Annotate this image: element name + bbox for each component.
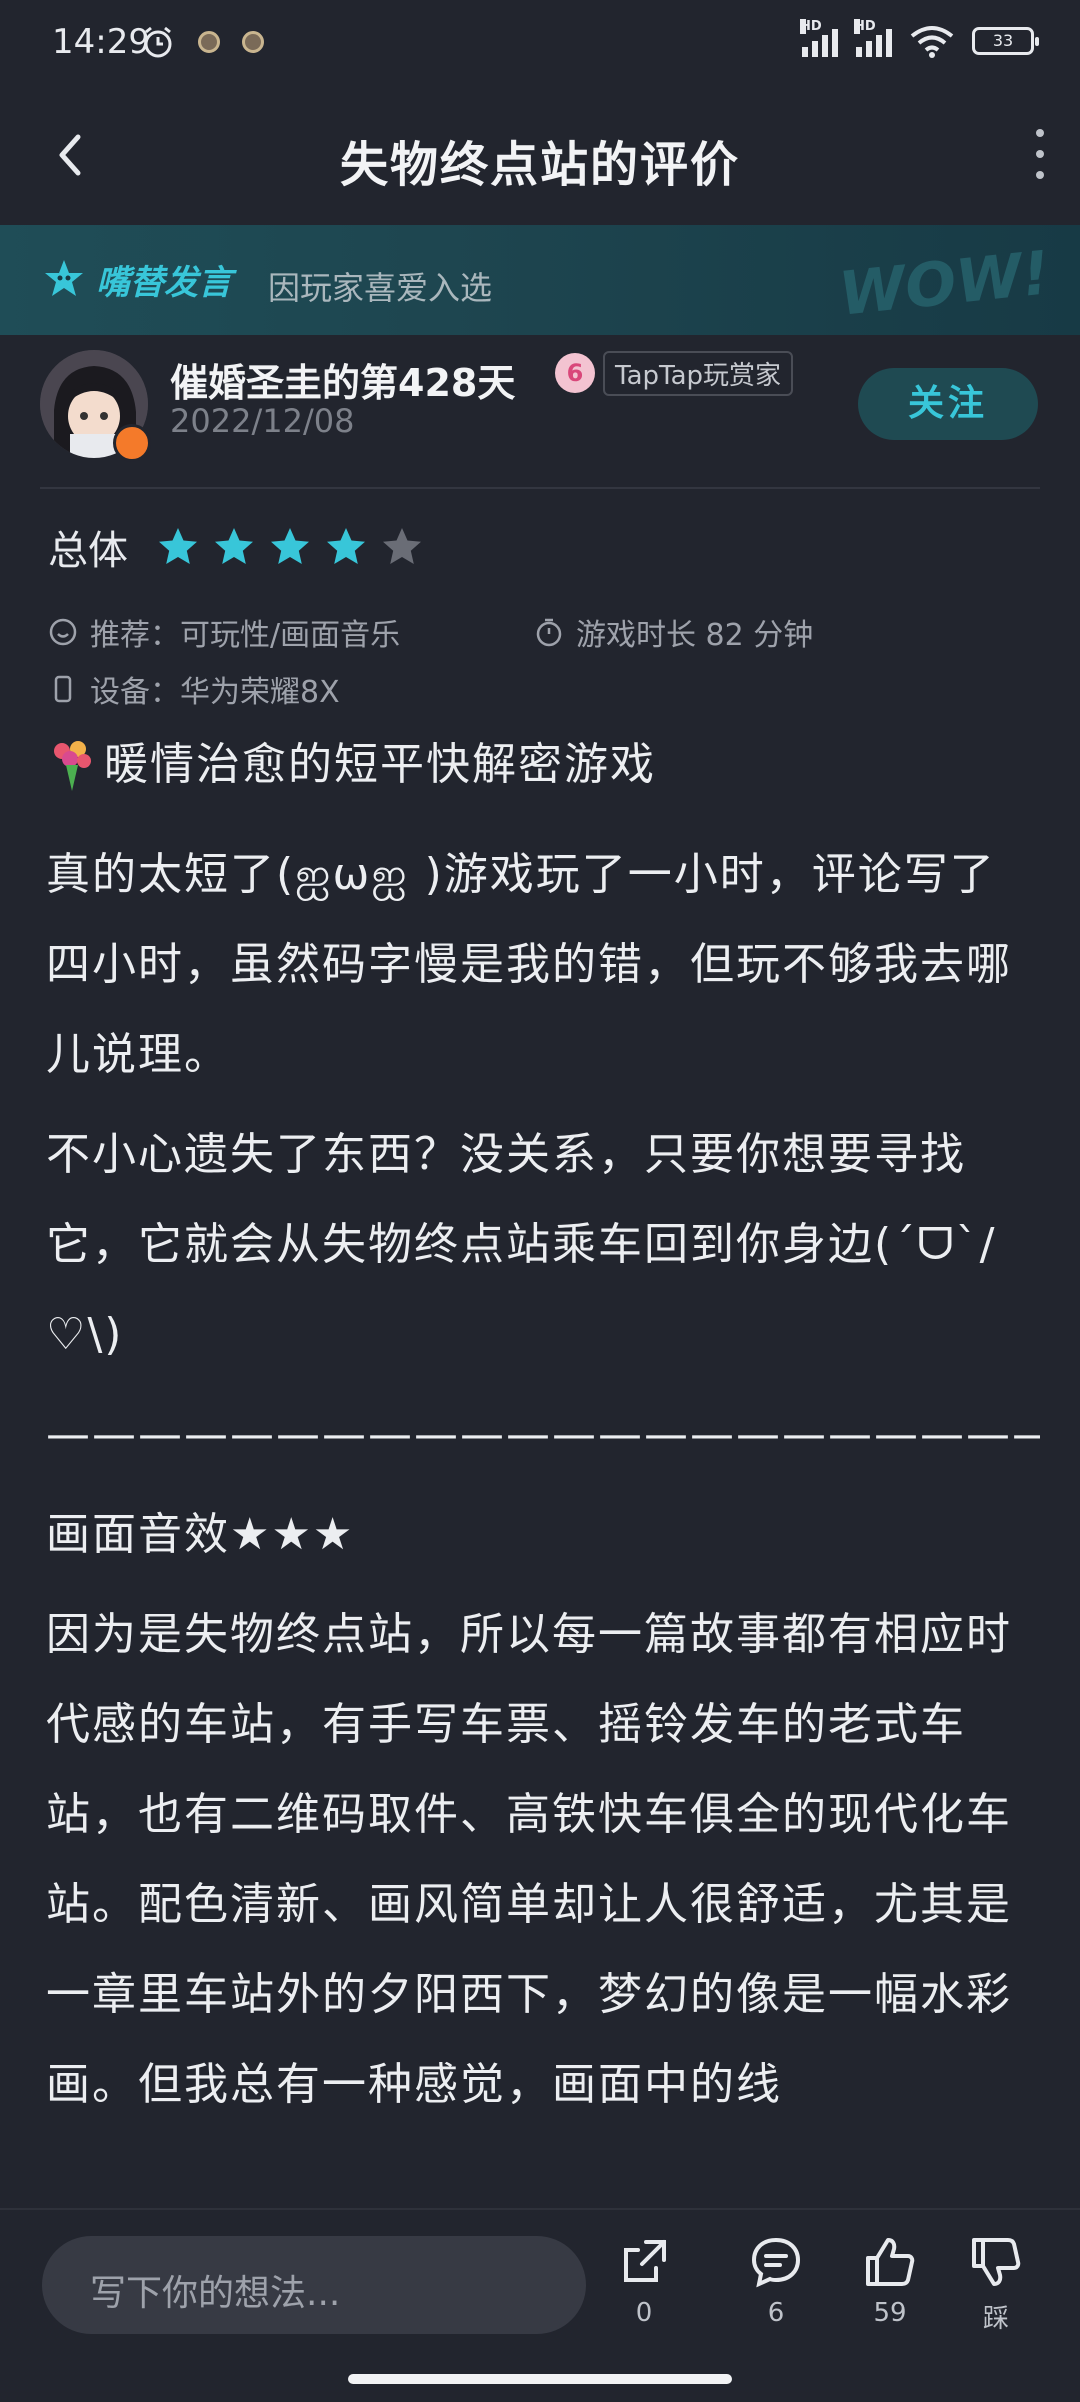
comment-count: 6 <box>767 2298 785 2328</box>
recommend-text: 推荐：可玩性/画面音乐 <box>90 618 401 653</box>
mascot-icon <box>45 259 83 296</box>
player-tag[interactable]: 6 TapTap玩赏家 <box>555 350 794 396</box>
share-count: 0 <box>635 2298 653 2328</box>
wifi-icon <box>910 26 954 58</box>
smile-icon <box>49 618 77 646</box>
share-button[interactable]: 0 <box>604 2234 684 2328</box>
rating-stars <box>156 525 424 569</box>
thumbs-up-icon <box>866 2238 915 2286</box>
review-section-title: 画面音效★★★ <box>46 1509 355 1560</box>
device-text: 设备：华为荣耀8X <box>90 675 340 710</box>
rating-row: 总体 <box>48 518 424 576</box>
star-filled-icon <box>327 528 365 564</box>
share-icon <box>624 2240 666 2282</box>
banner-brand: 嘴替发言 <box>96 263 232 303</box>
banner-logo: 嘴替发言 <box>40 255 232 304</box>
status-bar: 14:29 HD HD 33 <box>0 0 1080 95</box>
star-empty-icon <box>383 528 421 564</box>
banner-decoration: WOW! <box>836 238 1054 330</box>
status-left-icons <box>140 24 264 60</box>
review-headline: 暖情治愈的短平快解密游戏 <box>46 730 1040 800</box>
comment-button[interactable]: 6 <box>736 2234 816 2328</box>
dislike-label: 踩 <box>982 2304 1009 2334</box>
comment-placeholder: 写下你的想法... <box>90 2273 341 2314</box>
playtime-text: 游戏时长 82 分钟 <box>576 618 814 653</box>
notification-icon <box>198 31 220 53</box>
tag-label: TapTap玩赏家 <box>603 350 794 396</box>
review-separator: —————————————————————— <box>46 1409 1040 1460</box>
rating-label: 总体 <box>48 528 128 574</box>
follow-button[interactable]: 关注 <box>858 368 1038 440</box>
battery-icon: 33 <box>972 27 1039 55</box>
review-paragraph: 不小心遗失了东西？没关系，只要你想要寻找它，它就会从失物终点站乘车回到你身边(´… <box>46 1129 997 1360</box>
review-body: 暖情治愈的短平快解密游戏 真的太短了(ஐωஐ )游戏玩了一小时，评论写了四小时，… <box>46 730 1040 2140</box>
signal-icon: HD <box>854 19 892 57</box>
tag-level-icon: 6 <box>555 353 595 393</box>
featured-banner: 嘴替发言 因玩家喜爱入选 WOW! <box>0 225 1080 335</box>
like-count: 59 <box>873 2298 907 2328</box>
like-button[interactable]: 59 <box>850 2234 930 2328</box>
star-filled-icon <box>271 528 309 564</box>
device-meta: 设备：华为荣耀8X <box>48 667 340 711</box>
review-paragraph: 真的太短了(ஐωஐ )游戏玩了一小时，评论写了四小时，虽然码字慢是我的错，但玩不… <box>46 849 1012 1080</box>
phone-icon <box>54 675 72 703</box>
star-filled-icon <box>215 528 253 564</box>
signal-icon: HD <box>800 19 838 57</box>
page-title: 失物终点站的评价 <box>339 137 740 193</box>
star-filled-icon <box>159 528 197 564</box>
more-options-icon[interactable] <box>1028 129 1052 179</box>
status-right-icons: HD HD 33 <box>800 19 1039 58</box>
bouquet-icon <box>54 741 91 791</box>
banner-text: 因玩家喜爱入选 <box>268 269 493 307</box>
status-time: 14:29 <box>52 22 150 62</box>
author-name[interactable]: 催婚圣圭的第428天 <box>170 352 515 407</box>
bottom-action-bar: 写下你的想法... 0 6 59 踩 <box>0 2208 1080 2402</box>
review-date: 2022/12/08 <box>170 402 355 440</box>
author-row: 催婚圣圭的第428天 2022/12/08 6 TapTap玩赏家 关注 <box>0 340 1080 490</box>
title-bar: 失物终点站的评价 <box>0 95 1080 225</box>
comment-icon <box>751 2237 801 2288</box>
dislike-button[interactable]: 踩 <box>956 2234 1036 2335</box>
review-paragraph: 因为是失物终点站，所以每一篇故事都有相应时代感的车站，有手写车票、摇铃发车的老式… <box>46 1609 1012 2110</box>
playtime-meta: 游戏时长 82 分钟 <box>534 610 813 654</box>
stopwatch-icon <box>536 618 562 647</box>
notification-icon <box>242 31 264 53</box>
recommend-meta: 推荐：可玩性/画面音乐 <box>48 610 400 654</box>
comment-input[interactable]: 写下你的想法... <box>42 2236 586 2334</box>
divider <box>40 487 1040 489</box>
thumbs-down-icon <box>972 2238 1021 2286</box>
level-badge-icon <box>113 424 151 462</box>
home-indicator[interactable] <box>348 2374 732 2384</box>
alarm-icon <box>144 26 172 58</box>
